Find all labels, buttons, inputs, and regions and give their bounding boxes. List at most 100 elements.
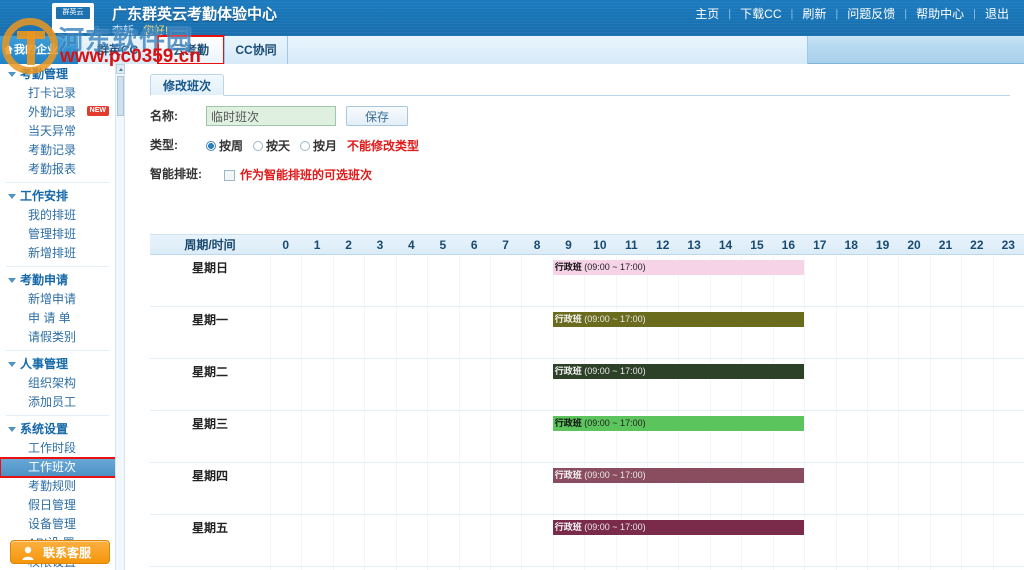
sidebar-section-label: 工作安排 [20, 189, 69, 203]
sidebar-section-1[interactable]: 工作安排 [0, 186, 115, 206]
grid-line [866, 307, 868, 358]
chevron-down-icon [8, 278, 16, 283]
sidebar-item-1-2[interactable]: 新增排班 [0, 244, 115, 263]
shift-bar-0[interactable]: 行政班 (09:00 ~ 17:00) [552, 260, 805, 275]
grid-line [521, 255, 523, 306]
sidebar-item-0-3[interactable]: 考勤记录 [0, 141, 115, 160]
nav-help-center[interactable]: 帮助中心 [907, 6, 973, 22]
radio-by-week[interactable]: 按周 [206, 139, 253, 153]
grid-line [489, 307, 491, 358]
hour-header-2: 2 [345, 238, 352, 252]
sidebar-item-0-0[interactable]: 打卡记录 [0, 84, 115, 103]
radio-by-day[interactable]: 按天 [253, 139, 300, 153]
grid-line [804, 359, 806, 410]
grid-line [929, 411, 931, 462]
schedule-header-row: 周期/时间 0 1 2 3 4 5 6 7 8 9 10 11 12 13 14 15 16 17 18 19 20 21 2… [150, 235, 1024, 255]
tab-my-enterprise[interactable]: 我的企业 [0, 36, 78, 64]
tab-cloud-attendance[interactable]: 云考勤 [157, 35, 225, 65]
sidebar-item-4-2[interactable]: 考勤规则 [0, 477, 115, 496]
grid-line [961, 463, 963, 514]
grid-line [898, 255, 900, 306]
hour-header-3: 3 [376, 238, 384, 252]
shift-form: 名称: 保存 类型: 按周 按天 按月不能修改类型 智能排班: 作为智能排班的可选班… [150, 106, 1010, 193]
sidebar-item-2-1[interactable]: 申 请 单 [0, 309, 115, 328]
grid-line [961, 515, 963, 566]
sidebar-item-2-2[interactable]: 请假类别 [0, 328, 115, 347]
day-label: 星期三 [191, 417, 228, 431]
grid-line [270, 255, 271, 306]
grid-line [521, 359, 523, 410]
tab-edit-shift[interactable]: 修改班次 [150, 74, 225, 96]
schedule-grid: 周期/时间 0 1 2 3 4 5 6 7 8 9 10 11 12 13 14 15 16 17 18 19 20 21 2… [150, 234, 1024, 570]
grid-line [835, 307, 837, 358]
sidebar-section-4[interactable]: 系统设置 [0, 419, 115, 439]
sidebar-item-2-0[interactable]: 新增申请 [0, 290, 115, 309]
sidebar-item-4-0[interactable]: 工作时段 [0, 439, 115, 458]
grid-line [898, 307, 900, 358]
sidebar-item-0-2[interactable]: 当天异常 [0, 122, 115, 141]
grid-line [458, 359, 460, 410]
grid-line [835, 463, 837, 514]
sidebar-item-3-0[interactable]: 组织架构 [0, 374, 115, 393]
grid-line [866, 359, 868, 410]
sidebar-divider [6, 415, 109, 416]
sidebar-section-label: 人事管理 [20, 357, 69, 371]
nav-logout[interactable]: 退出 [976, 6, 1018, 22]
nav-download-cc[interactable]: 下载CC [731, 6, 790, 22]
day-label: 星期一 [191, 313, 228, 327]
smart-schedule-checkbox[interactable] [224, 170, 235, 181]
shift-bar-1[interactable]: 行政班 (09:00 ~ 17:00) [552, 312, 805, 327]
scrollbar-thumb[interactable] [117, 76, 124, 116]
sidebar-item-0-4[interactable]: 考勤报表 [0, 160, 115, 179]
sidebar-section-3[interactable]: 人事管理 [0, 354, 115, 374]
nav-feedback[interactable]: 问题反馈 [838, 6, 904, 22]
hour-header-0: 0 [282, 238, 290, 252]
sidebar-item-0-1[interactable]: 外勤记录 NEW [0, 103, 115, 122]
sidebar-item-4-1[interactable]: 工作班次 [0, 457, 115, 478]
nav-home[interactable]: 主页 [686, 6, 728, 22]
tab-cc-collaboration[interactable]: CC协同 [224, 36, 288, 64]
shift-bar-5[interactable]: 行政班 (09:00 ~ 17:00) [552, 520, 805, 535]
grid-line [961, 255, 963, 306]
sidebar-item-label: 管理排班 [28, 227, 77, 241]
contact-support-button[interactable]: 联系客服 [10, 540, 110, 564]
sidebar-item-4-3[interactable]: 假日管理 [0, 496, 115, 515]
grid-line [489, 255, 491, 306]
grid-line [489, 411, 491, 462]
grid-line [301, 307, 303, 358]
shift-bar-2[interactable]: 行政班 (09:00 ~ 17:00) [552, 364, 805, 379]
grid-line [804, 411, 806, 462]
tab-qunying-cc[interactable]: 群英CC [78, 36, 158, 64]
save-button[interactable]: 保存 [346, 106, 408, 126]
sidebar-item-label: 打卡记录 [28, 86, 77, 100]
shift-time: (09:00 ~ 17:00) [584, 522, 646, 532]
top-navigation: 主页 | 下载CC | 刷新 | 问题反馈 | 帮助中心 | 退出 [686, 6, 1018, 22]
nav-refresh[interactable]: 刷新 [793, 6, 835, 22]
home-icon [3, 44, 14, 55]
main-content: 修改班次 名称: 保存 类型: 按周 按天 按月不能修改类型 智能排班: 作为智能排… [126, 64, 1024, 570]
grid-line [427, 307, 429, 358]
grid-line [898, 515, 900, 566]
shift-bar-4[interactable]: 行政班 (09:00 ~ 17:00) [552, 468, 805, 483]
grid-line [804, 463, 806, 514]
form-row-smart: 智能排班: 作为智能排班的可选班次 [150, 164, 1010, 186]
radio-by-month[interactable]: 按月 [300, 139, 347, 153]
sidebar-section-2[interactable]: 考勤申请 [0, 270, 115, 290]
grid-line [301, 463, 303, 514]
sidebar-item-3-1[interactable]: 添加员工 [0, 393, 115, 412]
sidebar-item-1-1[interactable]: 管理排班 [0, 225, 115, 244]
shift-bar-3[interactable]: 行政班 (09:00 ~ 17:00) [552, 416, 805, 431]
grid-line [332, 307, 334, 358]
sidebar-scrollbar[interactable] [116, 64, 125, 570]
shift-name-input[interactable] [206, 106, 336, 126]
sidebar-item-4-4[interactable]: 设备管理 [0, 515, 115, 534]
sidebar-item-1-0[interactable]: 我的排班 [0, 206, 115, 225]
grid-line [270, 463, 271, 514]
grid-line [992, 411, 994, 462]
sidebar-section-0[interactable]: 考勤管理 [0, 64, 115, 84]
greeting-text: 您好! [143, 25, 169, 36]
scroll-up-arrow[interactable] [116, 64, 125, 74]
grid-line [521, 411, 523, 462]
hour-header-6: 6 [470, 238, 478, 252]
schedule-row-2: 星期二 行政班 (09:00 ~ 17:00) [150, 359, 1024, 411]
